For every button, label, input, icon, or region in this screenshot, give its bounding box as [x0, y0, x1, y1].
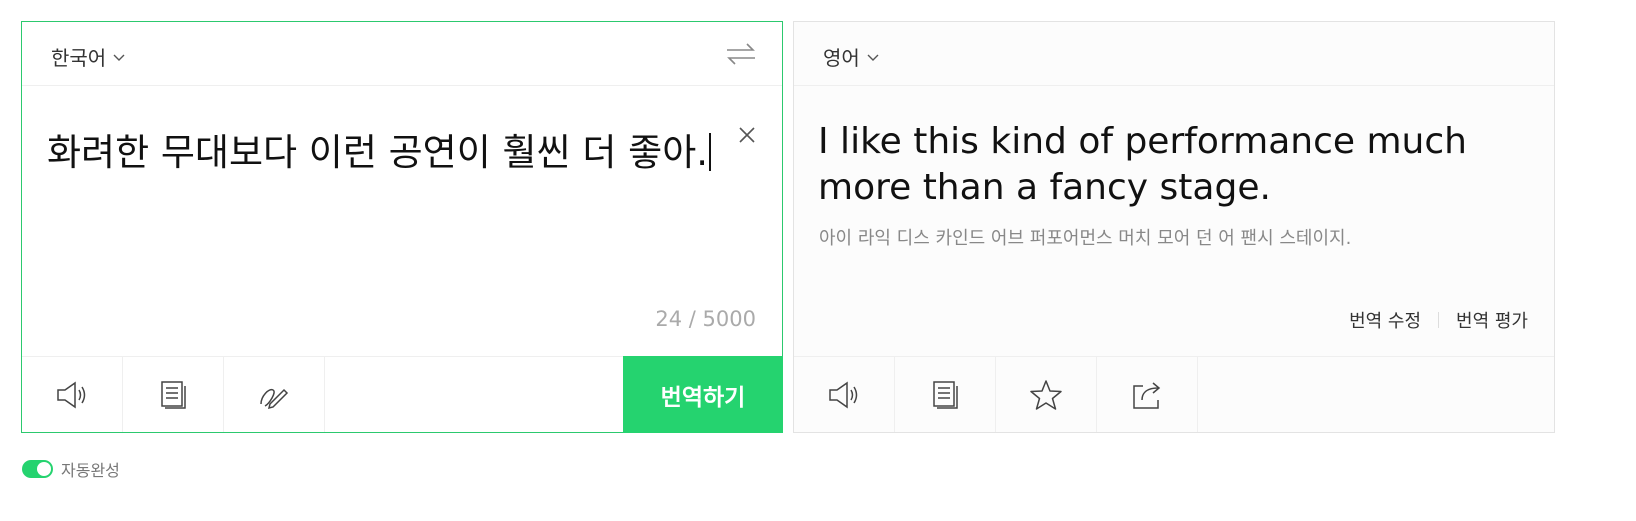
text-caret: [709, 133, 712, 171]
edit-translation-link[interactable]: 번역 수정: [1349, 307, 1421, 333]
source-language-label: 한국어: [51, 46, 107, 70]
translation-actions: 번역 수정 번역 평가: [1349, 307, 1528, 333]
source-text-input[interactable]: 화려한 무대보다 이런 공연이 훨씬 더 좋아.: [47, 122, 712, 176]
target-language-bar: 영어: [794, 22, 1554, 86]
source-panel: 한국어 화려한 무대보다 이런 공연이 훨씬 더 좋아. 24 / 5000 번…: [21, 21, 783, 433]
favorite-button[interactable]: [996, 357, 1097, 432]
chevron-down-icon: [113, 54, 125, 61]
star-icon: [1030, 379, 1062, 410]
character-count: 24 / 5000: [655, 307, 756, 331]
target-toolbar: [794, 356, 1554, 432]
target-language-label: 영어: [823, 46, 860, 70]
source-listen-button[interactable]: [22, 357, 123, 432]
share-icon: [1133, 381, 1161, 409]
autocomplete-toggle[interactable]: [22, 460, 53, 478]
chevron-down-icon: [867, 54, 879, 61]
pronunciation-text: 아이 라익 디스 카인드 어브 퍼포어먼스 머치 모어 던 어 팬시 스테이지.: [819, 228, 1352, 249]
rate-translation-link[interactable]: 번역 평가: [1456, 307, 1528, 333]
source-text: 화려한 무대보다 이런 공연이 훨씬 더 좋아.: [47, 131, 709, 174]
copy-icon: [933, 380, 958, 409]
source-handwriting-button[interactable]: [224, 357, 325, 432]
autocomplete-label: 자동완성: [61, 461, 120, 480]
speaker-icon: [829, 381, 858, 408]
translate-button[interactable]: 번역하기: [623, 356, 783, 433]
divider: [1438, 312, 1440, 328]
close-icon[interactable]: [735, 123, 759, 147]
source-copy-button[interactable]: [123, 357, 224, 432]
source-language-select[interactable]: 한국어: [51, 42, 126, 71]
toggle-knob: [37, 462, 51, 476]
target-copy-button[interactable]: [895, 357, 996, 432]
target-language-select[interactable]: 영어: [823, 42, 880, 71]
source-language-bar: 한국어: [22, 22, 782, 86]
source-toolbar: 번역하기: [22, 356, 783, 433]
translated-text: I like this kind of performance much mor…: [818, 121, 1467, 208]
swap-icon[interactable]: [724, 38, 758, 70]
copy-icon: [161, 380, 186, 409]
target-panel: 영어 I like this kind of performance much …: [793, 21, 1555, 433]
speaker-icon: [57, 381, 86, 408]
target-listen-button[interactable]: [794, 357, 895, 432]
autocomplete-setting: 자동완성: [22, 457, 120, 481]
handwriting-icon: [260, 388, 289, 409]
share-button[interactable]: [1097, 357, 1198, 432]
